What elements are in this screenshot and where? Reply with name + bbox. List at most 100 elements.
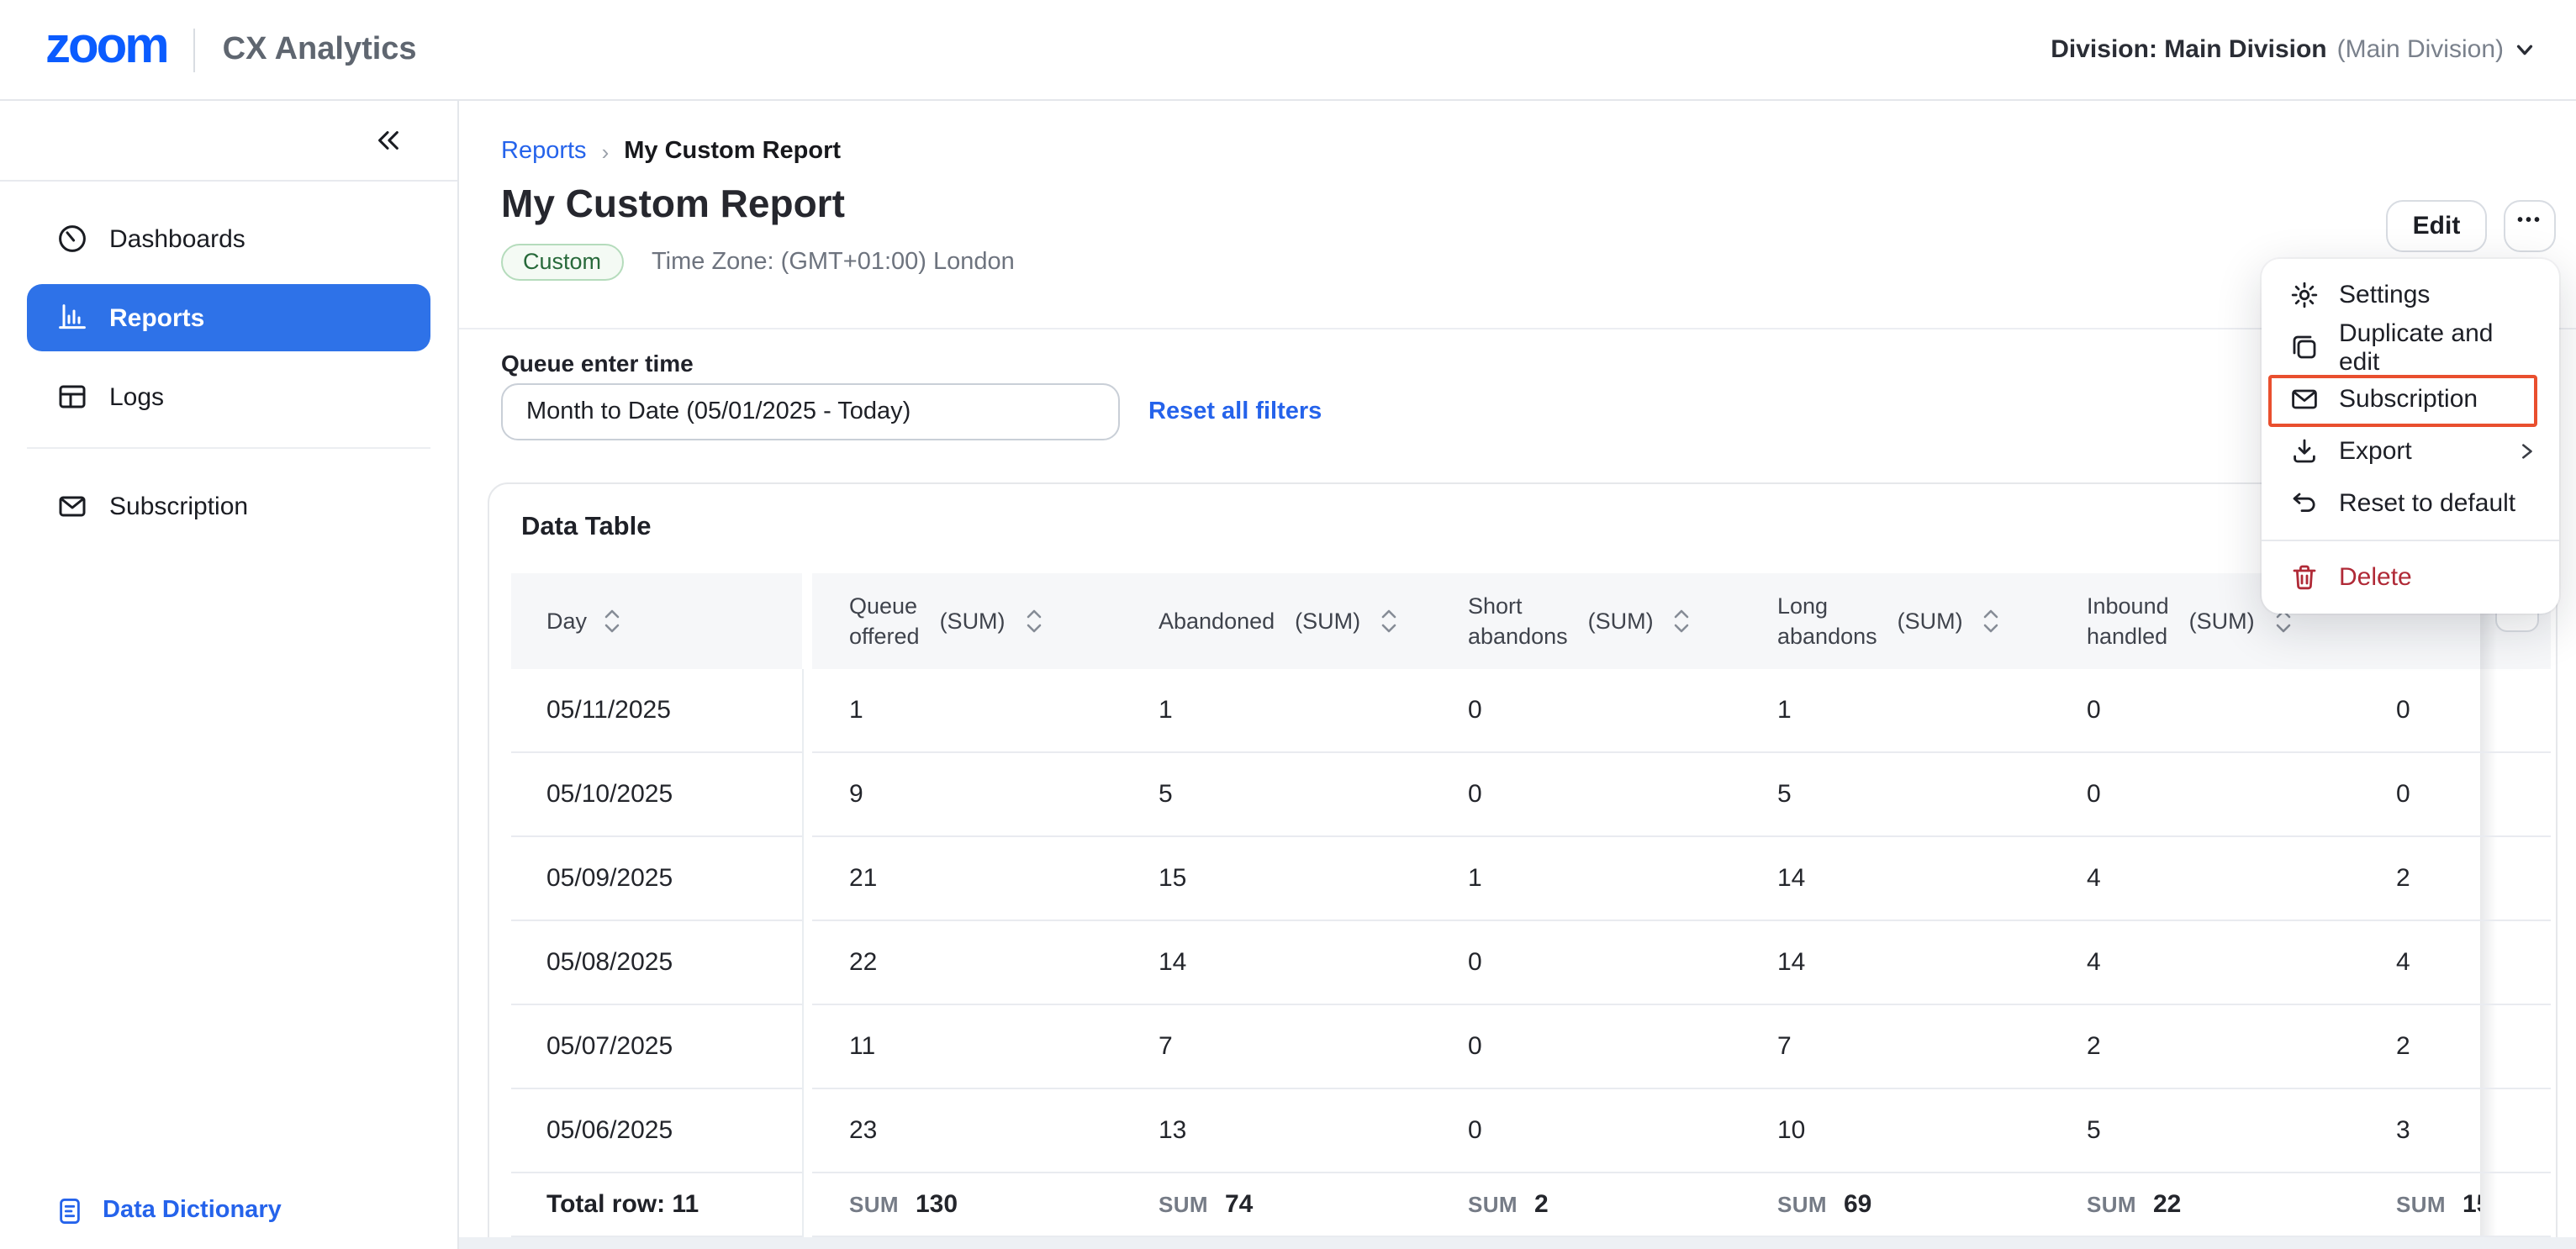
table-body: 05/11/2025 1 1 0 1 0 0 05/10/2: [511, 669, 2547, 1237]
value-cell: 1: [1122, 669, 1431, 751]
app-name: CX Analytics: [223, 31, 417, 68]
day-cell: 05/07/2025: [511, 1005, 802, 1089]
menu-item-label: Duplicate and edit: [2339, 319, 2536, 376]
day-cell: 05/09/2025: [511, 837, 802, 921]
sort-icon[interactable]: [1026, 607, 1043, 635]
table-row: 05/07/2025 11 7 0 7 2 2: [511, 1005, 2547, 1089]
undo-icon: [2290, 489, 2319, 518]
gear-icon: [2290, 281, 2319, 309]
top-bar: zoom CX Analytics Division: Main Divisio…: [0, 0, 2576, 101]
data-table-card: Data Table Day Queue offered (SUM): [488, 482, 2558, 1249]
report-actions: Edit •••: [2386, 200, 2556, 252]
value-cell: 0: [1431, 921, 1740, 1004]
total-cell: SUM22: [2050, 1173, 2359, 1236]
breadcrumb-reports-link[interactable]: Reports: [501, 138, 587, 165]
trash-icon: [2290, 563, 2319, 592]
copy-icon: [2290, 333, 2319, 361]
brand: zoom CX Analytics: [45, 21, 417, 78]
sidebar-item-label: Dashboards: [109, 224, 245, 253]
sidebar-item-dashboards[interactable]: Dashboards: [27, 205, 430, 272]
value-cell: 1: [1431, 837, 1740, 920]
menu-item-duplicate-and-edit[interactable]: Duplicate and edit: [2262, 321, 2559, 373]
division-label: Division: Main Division: [2051, 35, 2326, 64]
custom-badge: Custom: [501, 244, 623, 281]
bar-chart-icon: [55, 302, 87, 334]
data-dictionary-link[interactable]: Data Dictionary: [0, 1172, 457, 1249]
menu-divider: [2262, 540, 2559, 541]
dashboard-gauge-icon: [55, 223, 87, 255]
collapse-sidebar-button[interactable]: [367, 120, 407, 161]
value-cell: 2: [2359, 837, 2480, 920]
value-cell: 23: [812, 1089, 1122, 1172]
menu-item-label: Delete: [2339, 563, 2412, 592]
value-cell: 1: [812, 669, 1122, 751]
brand-divider: [194, 28, 196, 71]
value-cell: 14: [1740, 837, 2050, 920]
column-label: Queue offered: [849, 592, 920, 651]
column-header-day[interactable]: Day: [511, 573, 802, 669]
sort-icon[interactable]: [1983, 607, 2000, 635]
value-cell: 4: [2050, 837, 2359, 920]
envelope-icon: [55, 490, 87, 522]
value-cell: 2: [2359, 1005, 2480, 1088]
day-cell: 05/08/2025: [511, 921, 802, 1005]
breadcrumb-current: My Custom Report: [624, 138, 841, 165]
export-icon: [2290, 437, 2319, 466]
column-header-abandoned[interactable]: Abandoned (SUM): [1122, 573, 1431, 669]
value-cell: 5: [2050, 1089, 2359, 1172]
sort-icon[interactable]: [1674, 607, 1691, 635]
value-cell: 9: [812, 753, 1122, 835]
zoom-logo: zoom: [45, 21, 167, 78]
menu-item-subscription[interactable]: Subscription: [2262, 373, 2559, 425]
sort-icon[interactable]: [1380, 607, 1397, 635]
value-cell: 0: [1431, 753, 1740, 835]
breadcrumb: Reports › My Custom Report: [501, 138, 841, 165]
table-row: 05/10/2025 9 5 0 5 0 0: [511, 753, 2547, 837]
total-cell: SUM74: [1122, 1173, 1431, 1236]
value-cell: 0: [2050, 669, 2359, 751]
value-cell: 13: [1122, 1089, 1431, 1172]
more-options-button[interactable]: •••: [2504, 200, 2556, 252]
chevrons-left-icon: [372, 126, 401, 155]
edit-button[interactable]: Edit: [2386, 200, 2487, 252]
menu-item-label: Subscription: [2339, 385, 2478, 414]
value-cell: 11: [812, 1005, 1122, 1088]
value-cell: 21: [812, 837, 1122, 920]
value-cell: 14: [1122, 921, 1431, 1004]
value-cell: 15: [1122, 837, 1431, 920]
sidebar-item-subscription[interactable]: Subscription: [27, 472, 430, 540]
page-background-strip: [459, 1237, 2576, 1249]
value-cell: 22: [812, 921, 1122, 1004]
column-header-long-abandons[interactable]: Long abandons (SUM): [1740, 573, 2050, 669]
main-content: Reports › My Custom Report My Custom Rep…: [459, 101, 2576, 1249]
sort-icon[interactable]: [604, 607, 620, 635]
sidebar-item-reports[interactable]: Reports: [27, 284, 430, 351]
value-cell: 2: [2050, 1005, 2359, 1088]
menu-item-settings[interactable]: Settings: [2262, 269, 2559, 321]
sidebar-item-logs[interactable]: Logs: [27, 363, 430, 430]
total-cell: SUM2: [1431, 1173, 1740, 1236]
reset-filters-link[interactable]: Reset all filters: [1148, 398, 1322, 425]
envelope-icon: [2290, 385, 2319, 414]
sidebar-item-label: Logs: [109, 382, 164, 411]
table-row: 05/06/2025 23 13 0 10 5 3: [511, 1089, 2547, 1173]
filter-label: Queue enter time: [501, 350, 694, 377]
column-header-short-abandons[interactable]: Short abandons (SUM): [1431, 573, 1740, 669]
column-label: Day: [546, 609, 587, 634]
menu-item-label: Reset to default: [2339, 489, 2515, 518]
table-total-row: Total row: 11 SUM130 SUM74 SUM2 SUM69 SU…: [511, 1173, 2547, 1237]
total-cell: SUM15: [2359, 1173, 2480, 1236]
column-header-queue-offered[interactable]: Queue offered (SUM): [812, 573, 1122, 669]
menu-item-export[interactable]: Export: [2262, 425, 2559, 477]
date-range-input[interactable]: [501, 383, 1120, 440]
table-row: 05/11/2025 1 1 0 1 0 0: [511, 669, 2547, 753]
value-cell: 0: [2359, 753, 2480, 835]
page-title: My Custom Report: [501, 182, 845, 227]
menu-item-reset-to-default[interactable]: Reset to default: [2262, 477, 2559, 530]
division-selector[interactable]: Division: Main Division (Main Division): [2051, 35, 2536, 64]
chevron-right-icon: [2517, 442, 2536, 461]
breadcrumb-separator: ›: [602, 139, 610, 164]
column-label: Inbound handled: [2087, 592, 2169, 651]
menu-item-delete[interactable]: Delete: [2262, 551, 2559, 603]
report-options-menu: Settings Duplicate and edit Subscription…: [2262, 259, 2559, 614]
